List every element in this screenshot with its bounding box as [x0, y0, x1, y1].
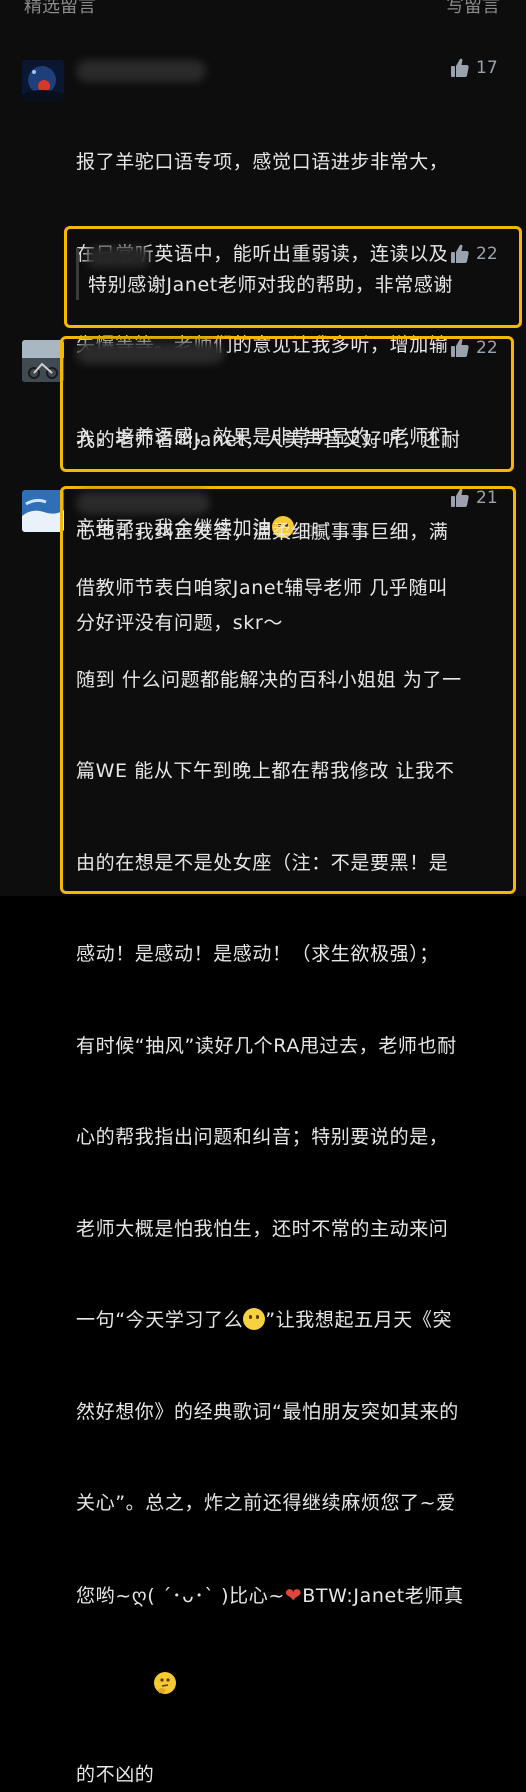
comment-line: 借教师节表白咱家Janet辅导老师 几乎随叫: [76, 577, 448, 599]
comment-line: 篇WE 能从下午到晚上都在帮我修改 让我不: [76, 760, 455, 782]
featured-comments-title: 精选留言: [24, 0, 96, 17]
reply-text: 特别感谢Janet老师对我的帮助，非常感谢: [88, 274, 454, 296]
thinking-emoji-icon: [154, 1672, 177, 1694]
comments-header: 精选留言 写留言: [0, 0, 526, 22]
avatar[interactable]: [22, 340, 64, 382]
comment-fragment: 您哟~ღ( ´･ᴗ･` )比心~: [76, 1584, 285, 1607]
thumbs-up-icon: [451, 58, 469, 77]
comment-line: 然好想你》的经典歌词“最怕朋友突如其来的: [76, 1400, 459, 1423]
avatar[interactable]: [22, 60, 64, 102]
comment-line: 我的老师名叫Janet，人美声音又好听，还耐: [76, 429, 461, 451]
comment-line: 有时候“抽风”读好几个RA甩过去，老师也耐: [76, 1034, 457, 1057]
like-count: 22: [476, 244, 498, 264]
comment-line: 一句“今天学习了么 ”让我想起五月天《突: [76, 1305, 512, 1336]
smile-emoji-icon: [243, 1308, 266, 1330]
like-count: 17: [476, 58, 498, 78]
username-redacted: [76, 342, 224, 364]
comment-line: 心的帮我指出问题和纠音；特别要说的是，: [76, 1126, 449, 1148]
comment-line: 报了羊驼口语专项，感觉口语进步非常大，: [76, 151, 449, 173]
comment-line: 您哟~ღ( ´･ᴗ･` )比心~❤BTW:Janet老师真: [76, 1580, 512, 1612]
username-redacted: [76, 60, 206, 82]
reply-indicator: [76, 248, 79, 300]
comments-screen: 精选留言 写留言 17 报了羊驼口语专项，感觉口语进步非常大， 在日常听英语中，…: [0, 0, 526, 1786]
username-redacted: [76, 492, 210, 514]
comment-line: 老师大概是怕我怕生，还时不常的主动来问: [76, 1217, 449, 1240]
heart-emoji-icon: ❤: [284, 1582, 303, 1607]
reply-like-button[interactable]: 22: [450, 244, 498, 264]
like-button[interactable]: 21: [450, 488, 498, 508]
comment-text: 借教师节表白咱家Janet辅导老师 几乎随叫 随到 什么问题都能解决的百科小姐姐…: [76, 512, 512, 1792]
comment-line: 关心”。总之，炸之前还得继续麻烦您了~爱: [76, 1492, 456, 1514]
like-count: 22: [476, 338, 498, 358]
comment-fragment: BTW:Janet老师真: [302, 1584, 464, 1607]
author-name-redacted: [86, 246, 150, 268]
like-button[interactable]: 22: [450, 338, 498, 358]
thumbs-up-icon: [451, 338, 469, 357]
comment-line: 随到 什么问题都能解决的百科小姐姐 为了一: [76, 668, 462, 691]
comment-fragment: ”让我想起五月天《突: [265, 1309, 453, 1331]
thumbs-up-icon: [451, 244, 469, 263]
avatar[interactable]: [22, 490, 64, 532]
comment-line: 的不凶的: [76, 1672, 512, 1790]
comment-fragment: 一句“今天学习了么: [76, 1309, 244, 1331]
like-button[interactable]: 17: [450, 58, 498, 78]
thumbs-up-icon: [451, 488, 469, 507]
comment-line: 由的在想是不是处女座（注：不是要黑！是: [76, 851, 449, 874]
like-count: 21: [476, 488, 498, 508]
write-comment-link[interactable]: 写留言: [446, 0, 500, 18]
comment-fragment: 的不凶的: [76, 1763, 155, 1786]
comment-line: 感动！是感动！是感动！（求生欲极强）；: [76, 943, 439, 965]
